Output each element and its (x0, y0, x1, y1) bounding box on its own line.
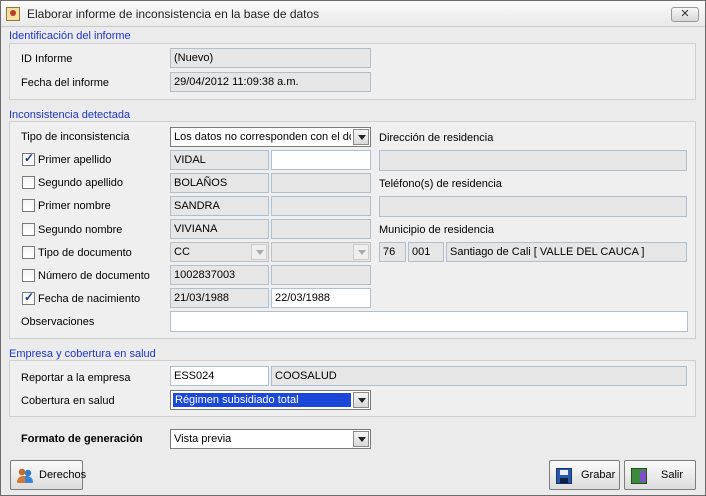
chevron-down-icon (251, 244, 267, 260)
numero-documento-current: 1002837003 (170, 265, 269, 285)
fecha-informe-field: 29/04/2012 11:09:38 a.m. (170, 72, 371, 92)
telefono-field (379, 196, 687, 217)
tipo-documento-new-select[interactable] (271, 242, 371, 262)
empresa-code-input[interactable]: ESS024 (170, 366, 269, 386)
municipio-name-field: Santiago de Cali [ VALLE DEL CAUCA ] (446, 242, 687, 262)
fecha-nacimiento-current: 21/03/1988 (170, 288, 269, 308)
primer-apellido-new-input[interactable] (271, 150, 371, 170)
grabar-button[interactable]: Grabar (549, 460, 620, 490)
derechos-button-label: Derechos (39, 469, 87, 481)
numero-documento-new-input[interactable] (271, 265, 371, 285)
close-button[interactable]: ✕ (671, 7, 699, 22)
reportar-empresa-label: Reportar a la empresa (21, 372, 131, 384)
fecha-nacimiento-new-input[interactable]: 22/03/1988 (271, 288, 371, 308)
segundo-apellido-new-input[interactable] (271, 173, 371, 193)
title-bar: Elaborar informe de inconsistencia en la… (1, 1, 705, 27)
numero-documento-checkbox[interactable] (22, 269, 35, 282)
observaciones-label: Observaciones (21, 316, 95, 328)
segundo-apellido-current: BOLAÑOS (170, 173, 269, 193)
salir-button-label: Salir (661, 469, 684, 481)
fecha-informe-label: Fecha del informe (21, 77, 110, 89)
formato-value: Vista previa (174, 433, 232, 445)
municipio-label: Municipio de residencia (379, 224, 494, 236)
cobertura-value: Régimen subsidiado total (173, 393, 351, 407)
primer-nombre-label: Primer nombre (38, 200, 111, 212)
telefono-label: Teléfono(s) de residencia (379, 178, 502, 190)
fecha-nacimiento-label: Fecha de nacimiento (38, 293, 141, 305)
fecha-nacimiento-checkbox[interactable] (22, 290, 35, 305)
chevron-down-icon[interactable] (353, 244, 369, 260)
segundo-nombre-new-input[interactable] (271, 219, 371, 239)
cobertura-select[interactable]: Régimen subsidiado total (170, 390, 371, 410)
primer-apellido-current: VIDAL (170, 150, 269, 170)
empresa-name-field: COOSALUD (271, 366, 687, 386)
tipo-inconsistencia-value: Los datos no corresponden con el do (174, 131, 351, 143)
formato-label: Formato de generación (21, 433, 143, 445)
id-informe-label: ID Informe (21, 53, 73, 65)
segundo-nombre-label: Segundo nombre (38, 224, 123, 236)
direccion-field (379, 150, 687, 171)
group-title-inconsistencia: Inconsistencia detectada (9, 109, 131, 121)
chevron-down-icon[interactable] (353, 431, 369, 447)
observaciones-input[interactable] (170, 311, 688, 332)
primer-nombre-current: SANDRA (170, 196, 269, 216)
id-informe-field: (Nuevo) (170, 48, 371, 68)
group-title-identificacion: Identificación del informe (9, 30, 131, 42)
direccion-label: Dirección de residencia (379, 132, 494, 144)
tipo-documento-current-value: CC (174, 246, 190, 258)
segundo-apellido-checkbox[interactable] (22, 176, 35, 189)
primer-nombre-checkbox[interactable] (22, 199, 35, 212)
grabar-button-label: Grabar (581, 469, 616, 481)
primer-nombre-new-input[interactable] (271, 196, 371, 216)
segundo-nombre-checkbox[interactable] (22, 223, 35, 236)
tipo-inconsistencia-select[interactable]: Los datos no corresponden con el do (170, 127, 371, 147)
exit-door-icon (631, 468, 647, 484)
primer-apellido-checkbox[interactable] (22, 151, 35, 166)
numero-documento-label: Número de documento (38, 270, 150, 282)
derechos-button[interactable]: Derechos (10, 460, 87, 490)
cobertura-label: Cobertura en salud (21, 395, 115, 407)
window-title: Elaborar informe de inconsistencia en la… (27, 7, 320, 21)
tipo-documento-checkbox[interactable] (22, 246, 35, 259)
primer-apellido-label: Primer apellido (38, 154, 112, 166)
formato-select[interactable]: Vista previa (170, 429, 371, 449)
group-title-empresa: Empresa y cobertura en salud (9, 348, 156, 360)
chevron-down-icon[interactable] (353, 129, 369, 145)
municipio-dep-field: 76 (379, 242, 406, 262)
dialog-window: Elaborar informe de inconsistencia en la… (0, 0, 706, 496)
tipo-inconsistencia-label: Tipo de inconsistencia (21, 131, 130, 143)
app-icon (6, 7, 20, 21)
tipo-documento-current-select: CC (170, 242, 269, 262)
segundo-nombre-current: VIVIANA (170, 219, 269, 239)
chevron-down-icon[interactable] (353, 392, 369, 408)
save-disk-icon (556, 468, 572, 484)
tipo-documento-label: Tipo de documento (38, 247, 132, 259)
salir-button[interactable]: Salir (624, 460, 696, 490)
segundo-apellido-label: Segundo apellido (38, 177, 124, 189)
users-icon (17, 468, 33, 484)
municipio-code-field: 001 (408, 242, 444, 262)
